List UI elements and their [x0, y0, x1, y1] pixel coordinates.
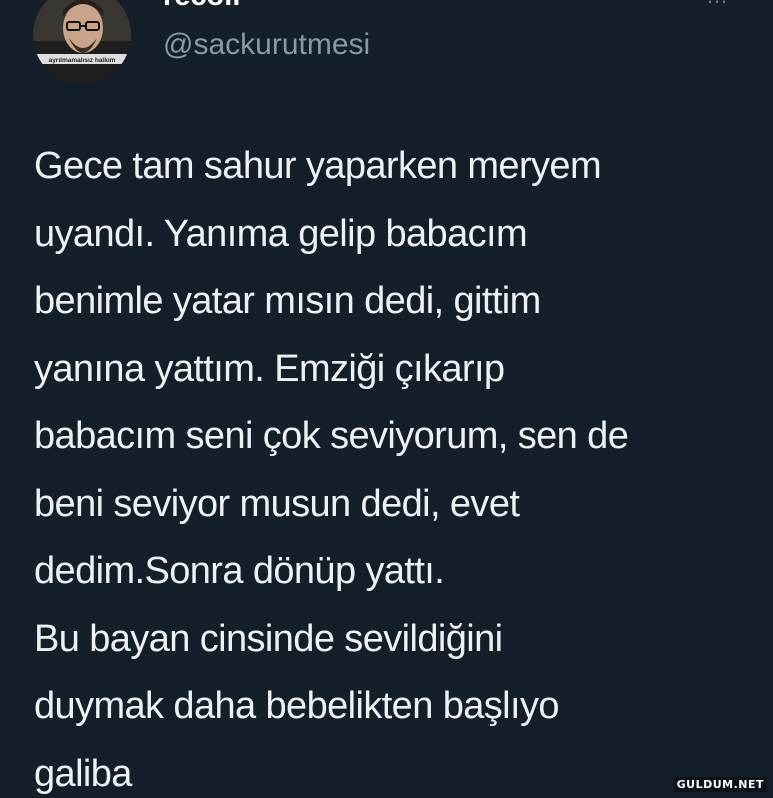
tweet-line: dedim.Sonra dönüp yattı.: [34, 550, 445, 592]
tweet-text: Gece tam sahur yaparken meryem uyandı. Y…: [34, 133, 754, 798]
avatar-caption: ayrılmamalısız halkım: [49, 57, 116, 64]
avatar[interactable]: ayrılmamalısız halkım: [33, 0, 131, 84]
user-handle[interactable]: @sackurutmesi: [163, 28, 370, 62]
tweet-line: Bu bayan cinsinde sevildiğini: [34, 617, 503, 660]
tweet-line: benimle yatar mısın dedi, gittim: [34, 280, 541, 322]
display-name[interactable]: recoil: [163, 0, 240, 13]
tweet-line: yanına yattım. Emziği çıkarıp: [34, 347, 505, 390]
tweet-line: galiba: [34, 752, 132, 795]
tweet-line: uyandı. Yanıma gelip babacım: [34, 212, 528, 255]
tweet-line: babacım seni çok seviyorum, sen de: [34, 415, 629, 457]
avatar-photo: ayrılmamalısız halkım: [33, 0, 131, 84]
tweet-line: beni seviyor musun dedi, evet: [34, 482, 520, 525]
more-horizontal-icon[interactable]: …: [706, 0, 742, 7]
tweet-card: ayrılmamalısız halkım recoil @sackurutme…: [0, 0, 773, 798]
tweet-line: duymak daha bebelikten başlıyo: [34, 685, 560, 727]
watermark-logo: GULDUM.NET: [673, 777, 767, 792]
tweet-line: Gece tam sahur yaparken meryem: [34, 145, 602, 187]
